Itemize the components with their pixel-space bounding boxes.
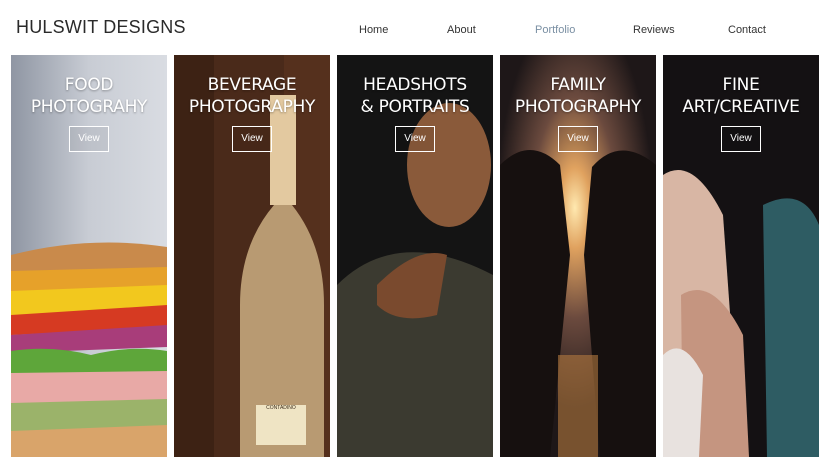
nav-reviews-link[interactable]: Reviews — [633, 24, 675, 36]
view-button[interactable]: View — [69, 126, 109, 152]
portfolio-panel-food[interactable]: FOOD PHOTOGRAHY View — [11, 55, 167, 457]
nav-portfolio-link[interactable]: Portfolio — [535, 24, 575, 36]
portfolio-panel-headshots[interactable]: HEADSHOTS & PORTRAITS View — [337, 55, 493, 457]
panel-title-line2: PHOTOGRAPHY — [188, 97, 316, 117]
portfolio-panel-beverage[interactable]: BEVERAGE PHOTOGRAPHY View CONTADINO — [174, 55, 330, 457]
view-button[interactable]: View — [395, 126, 435, 152]
nav-about-link[interactable]: About — [447, 24, 476, 36]
panel-title-line1: FOOD — [64, 75, 114, 95]
portfolio-panel-family[interactable]: FAMILY PHOTOGRAPHY View — [500, 55, 656, 457]
view-button[interactable]: View — [721, 126, 761, 152]
panel-title: FAMILY PHOTOGRAPHY — [500, 74, 656, 118]
panel-title-line2: & PORTRAITS — [360, 97, 470, 117]
panel-title: FINE ART/CREATIVE — [663, 74, 819, 118]
panel-title: HEADSHOTS & PORTRAITS — [337, 74, 493, 118]
site-header: HULSWIT DESIGNS Home About Portfolio Rev… — [0, 0, 830, 56]
nav-home-link[interactable]: Home — [359, 24, 388, 36]
panel-title-line2: ART/CREATIVE — [682, 97, 800, 117]
panel-title-line1: BEVERAGE — [207, 75, 297, 95]
panel-title: FOOD PHOTOGRAHY — [11, 74, 167, 118]
panel-title-line2: PHOTOGRAHY — [30, 97, 148, 117]
bottle-label-text: CONTADINO — [266, 405, 296, 411]
nav-contact-link[interactable]: Contact — [728, 24, 766, 36]
view-button[interactable]: View — [232, 126, 272, 152]
panel-title-line2: PHOTOGRAPHY — [514, 97, 642, 117]
panel-title: BEVERAGE PHOTOGRAPHY — [174, 74, 330, 118]
panel-title-line1: FAMILY — [550, 75, 606, 95]
panel-title-line1: FINE — [722, 75, 760, 95]
portfolio-panel-fine-art[interactable]: FINE ART/CREATIVE View — [663, 55, 819, 457]
panel-title-line1: HEADSHOTS — [363, 75, 467, 95]
main-nav: Home About Portfolio Reviews Contact — [0, 24, 830, 38]
view-button[interactable]: View — [558, 126, 598, 152]
